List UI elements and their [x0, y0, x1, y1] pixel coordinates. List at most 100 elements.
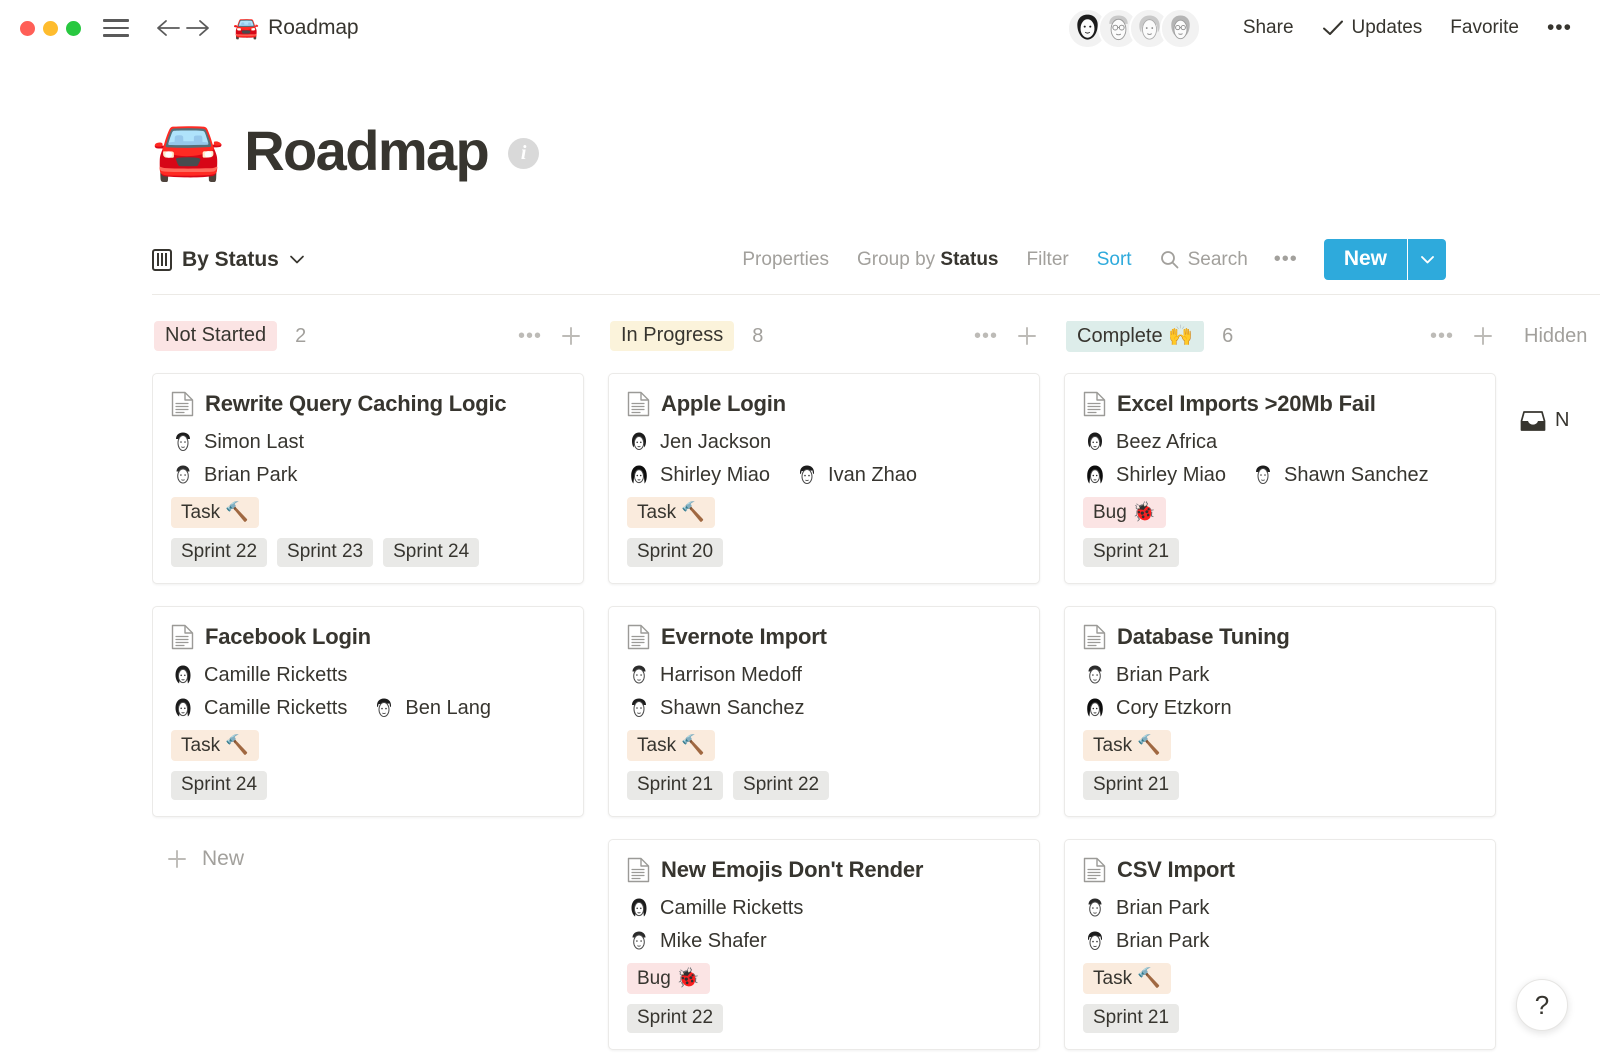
card-sprint-tag[interactable]: Sprint 22	[171, 538, 267, 567]
hidden-rail-item[interactable]: N	[1520, 373, 1600, 432]
card-sprint-tag[interactable]: Sprint 21	[627, 771, 723, 800]
updates-button[interactable]: Updates	[1308, 17, 1437, 39]
card-assignee[interactable]: Ben Lang	[372, 696, 491, 720]
card-type-tag[interactable]: Bug 🐞	[627, 963, 710, 994]
card-sprint-tag[interactable]: Sprint 21	[1083, 771, 1179, 800]
traffic-lights	[20, 21, 81, 36]
card-type-tag[interactable]: Task 🔨	[171, 497, 259, 528]
window-titlebar: 🚘 Roadmap Share Updates Favorite •••	[0, 0, 1600, 56]
card-title: Facebook Login	[205, 624, 371, 650]
card-assignee[interactable]: Cory Etzkorn	[1083, 696, 1232, 720]
card-sprint-tag[interactable]: Sprint 21	[1083, 538, 1179, 567]
minimize-window-button[interactable]	[43, 21, 58, 36]
maximize-window-button[interactable]	[66, 21, 81, 36]
card-assignee[interactable]: Brian Park	[1083, 929, 1209, 953]
avatar[interactable]	[1160, 8, 1201, 49]
card-type-tag[interactable]: Task 🔨	[1083, 963, 1171, 994]
search-button[interactable]: Search	[1146, 249, 1262, 271]
card-assignee[interactable]: Mike Shafer	[627, 929, 767, 953]
card-assignee[interactable]: Brian Park	[1083, 896, 1209, 920]
card-assignee[interactable]: Shawn Sanchez	[627, 696, 805, 720]
board-card[interactable]: Evernote ImportHarrison MedoffShawn Sanc…	[608, 606, 1040, 817]
card-assignee[interactable]: Camille Ricketts	[171, 663, 347, 687]
group-by-button[interactable]: Group by Status	[843, 249, 1013, 271]
card-sprint-tag[interactable]: Sprint 21	[1083, 1004, 1179, 1033]
favorite-button[interactable]: Favorite	[1436, 17, 1533, 39]
card-sprint-tag[interactable]: Sprint 23	[277, 538, 373, 567]
page-icon	[171, 391, 194, 417]
card-sprint-tag[interactable]: Sprint 22	[627, 1004, 723, 1033]
column-add-card-button[interactable]	[1472, 325, 1494, 347]
card-assignee[interactable]: Shirley Miao	[1083, 463, 1226, 487]
card-sprint-tag[interactable]: Sprint 24	[171, 771, 267, 800]
card-people-row: Brian Park	[171, 463, 565, 487]
inbox-icon	[1520, 410, 1546, 432]
column-status-chip[interactable]: In Progress	[610, 321, 734, 351]
column-status-chip[interactable]: Complete 🙌	[1066, 321, 1204, 352]
card-assignee[interactable]: Shirley Miao	[627, 463, 770, 487]
hidden-column-label[interactable]: Hidden	[1522, 325, 1587, 348]
card-assignee[interactable]: Brian Park	[171, 463, 297, 487]
column-new-card-button[interactable]: New	[152, 839, 584, 879]
breadcrumb[interactable]: Roadmap	[268, 16, 358, 40]
new-button-caret[interactable]	[1408, 239, 1446, 280]
info-icon[interactable]: i	[508, 138, 539, 169]
card-type-tag[interactable]: Bug 🐞	[1083, 497, 1166, 528]
card-title-row: Apple Login	[627, 391, 1021, 417]
new-button[interactable]: New	[1324, 239, 1446, 280]
collaborator-avatars[interactable]	[1067, 8, 1201, 49]
toolbar-more-icon[interactable]: •••	[1262, 248, 1310, 271]
more-options-icon[interactable]: •••	[1533, 16, 1578, 40]
arrow-left-icon[interactable]	[153, 13, 183, 43]
card-type-tag[interactable]: Task 🔨	[627, 497, 715, 528]
hamburger-icon[interactable]	[103, 17, 129, 39]
board-card[interactable]: Apple Login Jen Jackson Shirley Miao Ivan Z…	[608, 373, 1040, 584]
view-tab-by-status[interactable]: By Status	[152, 248, 305, 272]
plus-icon	[1472, 325, 1494, 347]
card-assignee[interactable]: Camille Ricketts	[627, 896, 803, 920]
column-more-icon[interactable]: •••	[518, 325, 542, 348]
close-window-button[interactable]	[20, 21, 35, 36]
column-more-icon[interactable]: •••	[1430, 325, 1454, 348]
column-more-icon[interactable]: •••	[974, 325, 998, 348]
page-title[interactable]: Roadmap	[244, 118, 488, 183]
card-type-tag[interactable]: Task 🔨	[627, 730, 715, 761]
board-card[interactable]: Excel Imports >20Mb FailBeez AfricaShirl…	[1064, 373, 1496, 584]
card-assignee[interactable]: Harrison Medoff	[627, 663, 802, 687]
card-assignee[interactable]: Simon Last	[171, 430, 304, 454]
card-assignee[interactable]: Jen Jackson	[627, 430, 771, 454]
board-card[interactable]: New Emojis Don't RenderCamille RickettsM…	[608, 839, 1040, 1050]
column-add-card-button[interactable]	[560, 325, 582, 347]
view-tab-label: By Status	[182, 248, 279, 272]
page-emoji[interactable]: 🚘	[152, 122, 224, 180]
board-card[interactable]: Database TuningBrian ParkCory EtzkornTas…	[1064, 606, 1496, 817]
assignee-name: Ivan Zhao	[828, 464, 917, 487]
card-sprint-tag[interactable]: Sprint 22	[733, 771, 829, 800]
card-type-tag[interactable]: Task 🔨	[171, 730, 259, 761]
card-sprint-tag[interactable]: Sprint 20	[627, 538, 723, 567]
help-button[interactable]: ?	[1516, 979, 1568, 1031]
column-add-card-button[interactable]	[1016, 325, 1038, 347]
card-title-row: Rewrite Query Caching Logic	[171, 391, 565, 417]
board-card[interactable]: Facebook Login Camille Ricketts Camille Ri…	[152, 606, 584, 817]
card-sprint-tag-row: Sprint 21 Sprint 22	[627, 771, 1021, 800]
filter-button[interactable]: Filter	[1013, 249, 1083, 271]
card-assignee[interactable]: Shawn Sanchez	[1251, 463, 1429, 487]
avatar	[1083, 929, 1107, 953]
board-card[interactable]: CSV ImportBrian ParkBrian ParkTask 🔨Spri…	[1064, 839, 1496, 1050]
card-assignee[interactable]: Beez Africa	[1083, 430, 1217, 454]
properties-button[interactable]: Properties	[728, 249, 843, 271]
share-button[interactable]: Share	[1229, 17, 1308, 39]
card-assignee[interactable]: Brian Park	[1083, 663, 1209, 687]
card-sprint-tag[interactable]: Sprint 24	[383, 538, 479, 567]
card-type-tag[interactable]: Task 🔨	[1083, 730, 1171, 761]
arrow-right-icon[interactable]	[183, 13, 213, 43]
card-assignee[interactable]: Camille Ricketts	[171, 696, 347, 720]
group-by-prefix: Group by	[857, 249, 940, 270]
board-card[interactable]: Rewrite Query Caching Logic Simon Last Bri…	[152, 373, 584, 584]
card-assignee[interactable]: Ivan Zhao	[795, 463, 917, 487]
assignee-name: Ben Lang	[405, 697, 491, 720]
sort-button[interactable]: Sort	[1083, 249, 1146, 271]
column-status-chip[interactable]: Not Started	[154, 321, 277, 351]
view-toolbar-actions: Properties Group by Status Filter Sort S…	[728, 239, 1600, 280]
